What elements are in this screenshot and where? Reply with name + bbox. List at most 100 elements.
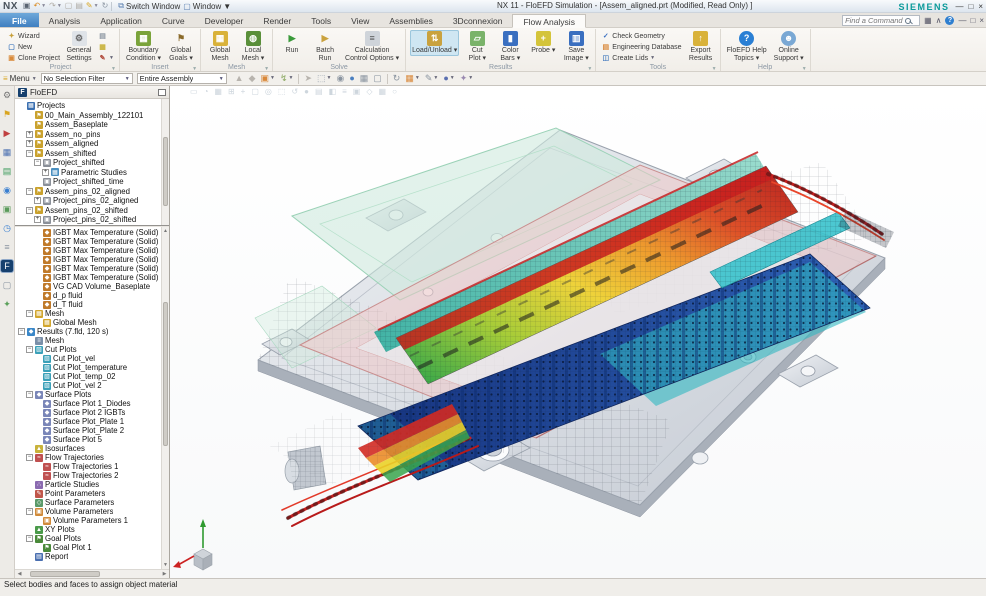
tree-item[interactable]: ⚑Assem_Baseplate: [15, 120, 169, 130]
layers-icon[interactable]: ▤: [1, 165, 13, 177]
group-launcher[interactable]: ▼: [192, 64, 197, 74]
tab-developer[interactable]: Developer: [195, 13, 254, 27]
tree-item[interactable]: ◇Surface Parameters: [15, 498, 169, 507]
tree-item[interactable]: +⚑Assem_no_pins: [15, 130, 169, 140]
toolbar-icon-8[interactable]: ▦: [360, 74, 369, 83]
minimize-button[interactable]: —: [955, 2, 963, 11]
tree-item[interactable]: −▣Volume Parameters: [15, 507, 169, 516]
tree-item[interactable]: −◆Surface Plots: [15, 390, 169, 399]
quick-access-button-6[interactable]: ↻: [102, 2, 109, 10]
wizard-button[interactable]: ✦Wizard: [6, 31, 61, 41]
window-icon[interactable]: ▢: [1, 279, 13, 291]
color-bars-button[interactable]: ▮ColorBars ▾: [495, 30, 525, 63]
quick-access-button-0[interactable]: ▣: [23, 2, 31, 10]
group-launcher[interactable]: ▼: [802, 64, 807, 74]
batch-run-button[interactable]: ▶BatchRun: [310, 30, 340, 63]
quick-access-button-4[interactable]: ▤: [75, 2, 83, 10]
collapse-icon[interactable]: −: [34, 159, 41, 166]
selection-filter-combo[interactable]: No Selection Filter▼: [41, 73, 133, 84]
tree-item[interactable]: ▧Cut Plot_vel: [15, 354, 169, 363]
tab-view[interactable]: View: [341, 13, 379, 27]
toolbar-icon-5[interactable]: ⬚▼: [317, 74, 331, 83]
tree-item[interactable]: −▣Project_shifted: [15, 158, 169, 168]
global-mesh-button[interactable]: ▦GlobalMesh: [205, 30, 235, 63]
tab-tools[interactable]: Tools: [301, 13, 341, 27]
tree-item[interactable]: ≈Flow Trajectories 1: [15, 462, 169, 471]
expand-icon[interactable]: +: [26, 131, 33, 138]
expand-icon[interactable]: +: [34, 197, 41, 204]
tree-item[interactable]: ◆IGBT Max Temperature (Solid): [15, 264, 169, 273]
local-mesh-button[interactable]: ◍LocalMesh ▾: [238, 30, 268, 63]
save-image-button[interactable]: ▥SaveImage ▾: [561, 30, 591, 63]
group-launcher[interactable]: ▼: [264, 64, 269, 74]
toolbar-icon-2[interactable]: ▣▼: [260, 74, 274, 83]
collapse-icon[interactable]: −: [26, 454, 33, 461]
toolbar-icon-13[interactable]: ●▼: [443, 74, 454, 83]
toolbar-icon-10[interactable]: ↻: [393, 74, 401, 83]
tree-item[interactable]: ⚑Goal Plot 1: [15, 543, 169, 552]
toolbar-icon-14[interactable]: ✦▼: [460, 74, 474, 83]
gear-icon[interactable]: ⚙: [1, 89, 13, 101]
run-button[interactable]: ▶Run: [277, 30, 307, 56]
toolbar-icon-11[interactable]: ▦▼: [405, 74, 419, 83]
feature-tree-hscrollbar[interactable]: ◀ ▶: [15, 569, 169, 578]
tree-item[interactable]: ◆IGBT Max Temperature (Solid): [15, 255, 169, 264]
quick-access-button-1[interactable]: ↶▼: [33, 2, 46, 10]
expand-icon[interactable]: +: [26, 140, 33, 147]
group-launcher[interactable]: ▼: [587, 64, 592, 74]
tree-item[interactable]: ▤Report: [15, 552, 169, 561]
doc-restore-icon[interactable]: □: [970, 17, 975, 25]
collapse-icon[interactable]: −: [18, 328, 25, 335]
info-icon[interactable]: ◉: [1, 184, 13, 196]
quick-access-button-5[interactable]: ✎▼: [86, 2, 99, 10]
group-launcher[interactable]: ▼: [712, 64, 717, 74]
scroll-thumb[interactable]: [163, 302, 168, 446]
cut-plot-button[interactable]: ▱CutPlot ▾: [462, 30, 492, 63]
collapse-icon[interactable]: −: [26, 188, 33, 195]
tree-item[interactable]: ⚑00_Main_Assembly_122101: [15, 111, 169, 121]
tree-item[interactable]: ◆VG CAD Volume_Baseplate: [15, 282, 169, 291]
tree-item[interactable]: ▧Cut Plot_vel 2: [15, 381, 169, 390]
tree-item[interactable]: −≈Flow Trajectories: [15, 453, 169, 462]
icon-button[interactable]: ▦: [97, 42, 115, 52]
tree-item[interactable]: ◆d_T fluid: [15, 300, 169, 309]
check-geometry-button[interactable]: ✓Check Geometry: [600, 31, 682, 41]
minimize-ribbon-icon[interactable]: ∧: [936, 17, 942, 25]
find-command-input[interactable]: [845, 16, 903, 25]
tree-item[interactable]: ▲Isosurfaces: [15, 444, 169, 453]
tree-item[interactable]: ≡Mesh: [15, 336, 169, 345]
load-unload-button[interactable]: ⇅Load/Unload ▾: [410, 30, 459, 56]
help-icon[interactable]: ?: [945, 16, 954, 25]
image-icon[interactable]: ▣: [1, 203, 13, 215]
collapse-icon[interactable]: −: [26, 535, 33, 542]
tree-item[interactable]: −⚑Assem_pins_02_aligned: [15, 187, 169, 197]
assembly-navigator-icon[interactable]: ⚑: [1, 108, 13, 120]
tree-item[interactable]: −▦Mesh: [15, 309, 169, 318]
tree-item[interactable]: ▦Global Mesh: [15, 318, 169, 327]
tree-item[interactable]: ◆Surface Plot_Plate 1: [15, 417, 169, 426]
tree-item[interactable]: ◆IGBT Max Temperature (Solid): [15, 228, 169, 237]
tree-item[interactable]: −⚑Goal Plots: [15, 534, 169, 543]
history-icon[interactable]: ◷: [1, 222, 13, 234]
toolbar-icon-4[interactable]: ➤: [304, 74, 312, 83]
tree-item[interactable]: ◆Surface Plot 2 IGBTs: [15, 408, 169, 417]
panel-popout-button[interactable]: [158, 89, 166, 96]
toolbar-icon-1[interactable]: ◆: [249, 74, 256, 83]
graphics-window[interactable]: ▭◔▦⊞+▢◎⬚↺●▤◧≡▣◇▦○: [170, 86, 986, 578]
maximize-button[interactable]: □: [968, 2, 973, 11]
tab-assemblies[interactable]: Assemblies: [379, 13, 442, 27]
selection-scope-combo[interactable]: Entire Assembly▼: [137, 73, 227, 84]
toolbar-icon-6[interactable]: ◉: [336, 74, 344, 83]
tree-item[interactable]: ◆d_p fluid: [15, 291, 169, 300]
node-icon[interactable]: ✦: [1, 298, 13, 310]
online-support-button[interactable]: ☻OnlineSupport ▾: [772, 30, 806, 63]
menu-button[interactable]: ≡ Menu ▼: [3, 74, 37, 83]
find-command-box[interactable]: [842, 15, 920, 26]
tree-item[interactable]: ∴Particle Studies: [15, 480, 169, 489]
tab-application[interactable]: Application: [90, 13, 152, 27]
tree-item[interactable]: ◆IGBT Max Temperature (Solid): [15, 273, 169, 282]
floefd-help-topics-button[interactable]: ?FloEFD HelpTopics ▾: [725, 30, 769, 63]
toolbar-icon-9[interactable]: ▢: [373, 74, 382, 83]
boundary-condition-button[interactable]: ▦BoundaryCondition ▾: [124, 30, 163, 63]
scroll-thumb[interactable]: [30, 571, 100, 577]
